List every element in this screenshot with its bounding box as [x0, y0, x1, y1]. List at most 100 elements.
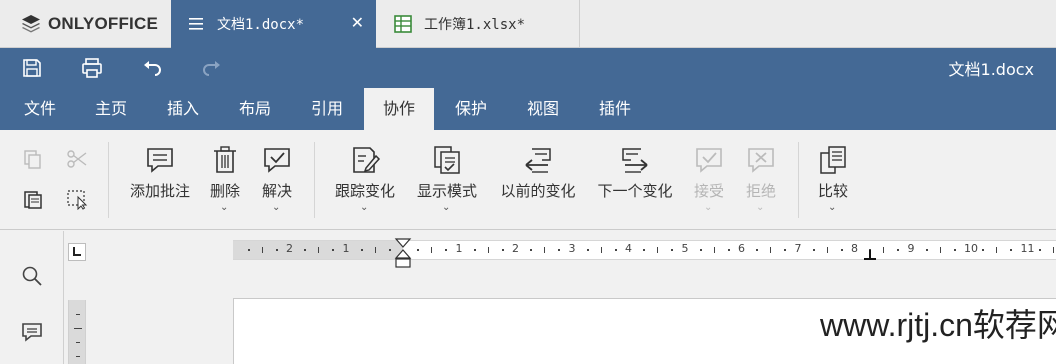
menu-protection[interactable]: 保护: [439, 88, 503, 130]
document-tab-icon: [189, 18, 203, 30]
previous-change-button[interactable]: 以前的变化: [494, 130, 582, 230]
search-icon[interactable]: [21, 265, 43, 287]
ruler-tick: [544, 247, 546, 253]
compare-icon: [820, 146, 846, 174]
resolve-comment-button[interactable]: 解决 ⌄: [254, 130, 300, 230]
ruler-tick: [360, 249, 363, 251]
ruler-tick: [600, 247, 602, 253]
undo-icon[interactable]: [140, 56, 164, 80]
ruler-tick: [1010, 249, 1013, 251]
ruler-tick: [501, 249, 504, 251]
ruler-tick: [996, 247, 998, 253]
ruler-tick: [261, 247, 263, 253]
select-all-icon[interactable]: [66, 188, 88, 210]
ruler-tick: [417, 249, 420, 251]
menu-collaboration[interactable]: 协作: [364, 88, 434, 130]
menu-insert[interactable]: 插入: [151, 88, 215, 130]
ruler-tick: [812, 249, 815, 251]
tab-stop-selector[interactable]: [68, 243, 86, 261]
track-changes-icon: [353, 147, 381, 173]
menu-bar: 文件 主页 插入 布局 引用 协作 保护 视图 插件: [0, 88, 1056, 130]
chevron-down-icon[interactable]: ⌄: [272, 202, 280, 213]
ruler-tick: [897, 249, 900, 251]
tab-spreadsheet[interactable]: 工作簿1.xlsx*: [378, 0, 580, 48]
chevron-down-icon[interactable]: ⌄: [756, 202, 764, 213]
menu-layout[interactable]: 布局: [223, 88, 287, 130]
ruler-tick: [431, 247, 433, 253]
watermark-text: www.rjtj.cn软荐网: [820, 307, 1056, 343]
menu-view[interactable]: 视图: [511, 88, 575, 130]
ruler-tick: [1038, 249, 1041, 251]
ruler-number: 1: [455, 242, 463, 255]
track-changes-button[interactable]: 跟踪变化 ⌄: [326, 130, 404, 230]
print-icon[interactable]: [80, 56, 104, 80]
onlyoffice-logo-icon: [22, 15, 40, 33]
menu-plugins[interactable]: 插件: [583, 88, 647, 130]
ruler-tick: [318, 247, 320, 253]
ruler-tick: [671, 249, 674, 251]
ruler-tick: [657, 247, 659, 253]
paste-icon[interactable]: [22, 188, 44, 210]
save-icon[interactable]: [20, 56, 44, 80]
ruler-tick: [840, 249, 843, 251]
vertical-ruler[interactable]: [68, 300, 86, 364]
copy-icon[interactable]: [22, 148, 44, 170]
ruler-number: 5: [681, 242, 689, 255]
ruler-tick: [332, 249, 335, 251]
chevron-down-icon[interactable]: ⌄: [828, 202, 836, 213]
previous-change-label: 以前的变化: [500, 182, 576, 200]
indent-marker-icon[interactable]: [394, 238, 412, 271]
ruler-tick: [487, 247, 489, 253]
ruler-tick: [473, 249, 476, 251]
ruler-tick: [756, 249, 759, 251]
ruler-tick: [953, 249, 956, 251]
delete-comment-button[interactable]: 删除 ⌄: [203, 130, 247, 230]
resolve-comment-icon: [264, 148, 290, 173]
reject-icon: [748, 148, 774, 173]
close-tab-icon[interactable]: ✕: [351, 13, 364, 32]
menu-file[interactable]: 文件: [8, 88, 72, 130]
tab-document[interactable]: 文档1.docx* ✕: [171, 0, 376, 48]
app-logo: ONLYOFFICE: [20, 12, 158, 36]
display-mode-label: 显示模式: [416, 182, 477, 200]
tab-stop-marker-icon[interactable]: [863, 249, 877, 261]
reject-change-button[interactable]: 拒绝 ⌄: [740, 130, 782, 230]
tab-strip: ONLYOFFICE 文档1.docx* ✕ 工作簿1.xlsx*: [0, 0, 1056, 48]
compare-button[interactable]: 比较 ⌄: [810, 130, 856, 230]
ruler-tick: [304, 249, 307, 251]
ruler-tick: [713, 247, 715, 253]
ruler-number: 11: [1020, 242, 1035, 255]
ruler-number: 10: [964, 242, 978, 255]
ruler-number: 7: [794, 242, 802, 255]
menu-references[interactable]: 引用: [295, 88, 359, 130]
ruler-tick: [982, 249, 985, 251]
ruler-tick: [530, 249, 533, 251]
chevron-down-icon[interactable]: ⌄: [360, 202, 368, 213]
accept-label: 接受: [693, 182, 724, 200]
ruler-tick: [826, 247, 828, 253]
cut-icon[interactable]: [66, 148, 88, 170]
left-tab-icon: [73, 247, 81, 256]
display-mode-button[interactable]: 显示模式 ⌄: [410, 130, 484, 230]
ruler-number: 6: [738, 242, 745, 255]
collaboration-toolbar: 添加批注 删除 ⌄ 解决 ⌄ 跟踪变化 ⌄ 显示模式 ⌄ 以前的变化 下一个变化…: [0, 130, 1056, 230]
chevron-down-icon[interactable]: ⌄: [220, 202, 228, 213]
accept-change-button[interactable]: 接受 ⌄: [688, 130, 730, 230]
toolbar-separator: [108, 142, 109, 218]
ruler-tick: [374, 247, 376, 253]
spreadsheet-tab-icon: [394, 15, 412, 33]
menu-home[interactable]: 主页: [79, 88, 143, 130]
chevron-down-icon[interactable]: ⌄: [704, 202, 712, 213]
ruler-number: 3: [568, 242, 576, 255]
ruler-tick: [388, 249, 391, 251]
comments-panel-icon[interactable]: [21, 321, 43, 343]
horizontal-ruler[interactable]: 2 1 1 2 3 4 5 6 7 8 9 10 11: [233, 238, 1056, 268]
ruler-tick: [727, 249, 730, 251]
chevron-down-icon[interactable]: ⌄: [442, 202, 450, 213]
ruler-tick: [925, 249, 928, 251]
next-change-button[interactable]: 下一个变化: [590, 130, 680, 230]
add-comment-label: 添加批注: [129, 182, 190, 200]
redo-icon[interactable]: [200, 56, 224, 80]
ruler-tick: [784, 249, 787, 251]
add-comment-button[interactable]: 添加批注: [120, 130, 200, 230]
